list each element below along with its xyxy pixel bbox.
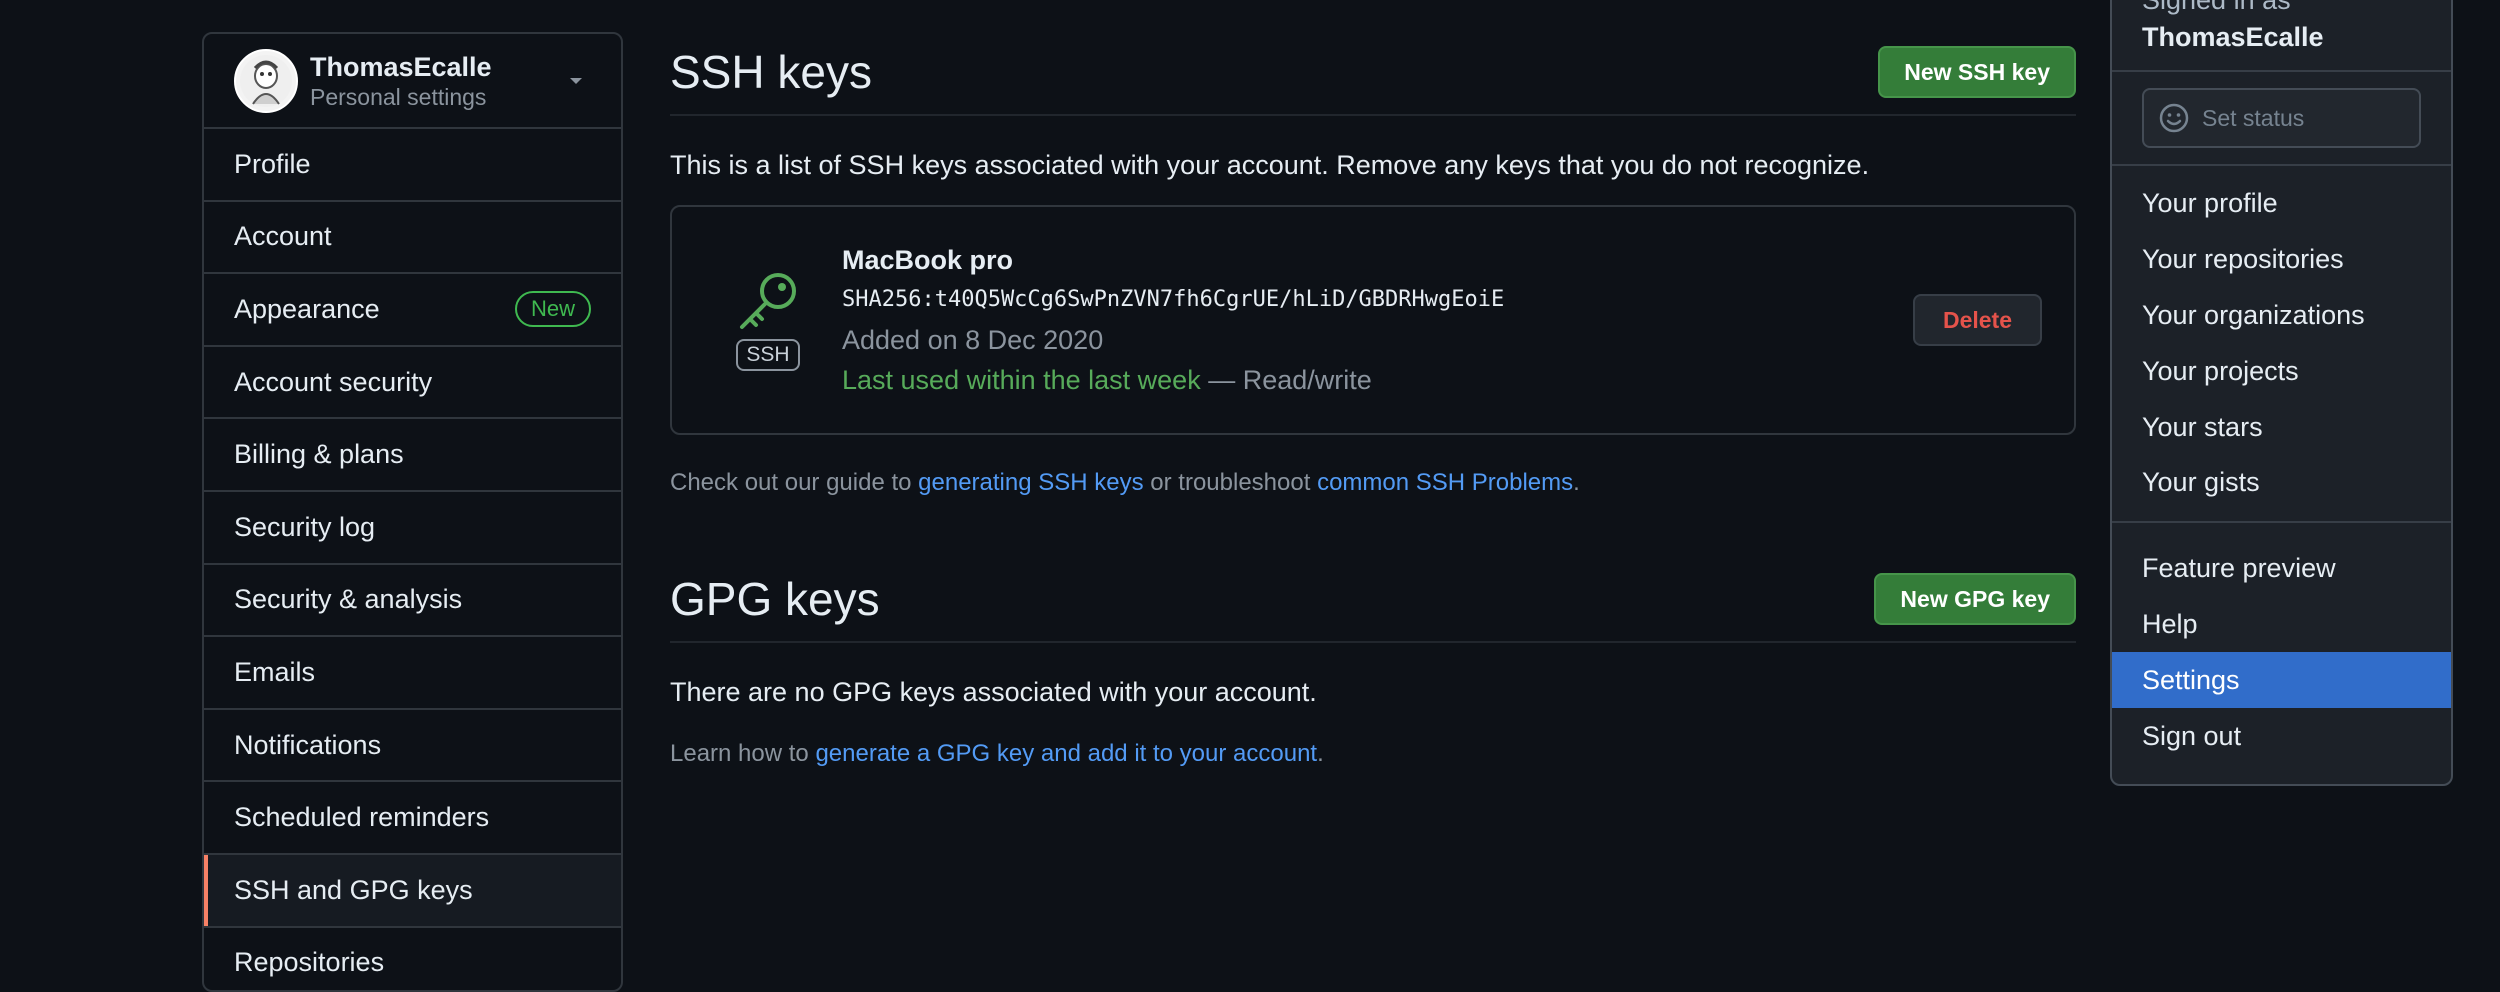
menu-item-your-repositories[interactable]: Your repositories bbox=[2112, 232, 2451, 288]
main-content: SSH keys New SSH key This is a list of S… bbox=[670, 30, 2076, 768]
smiley-icon bbox=[2159, 103, 2189, 133]
gpg-learn-suffix: . bbox=[1317, 740, 1324, 767]
gpg-learn-prefix: Learn how to bbox=[670, 740, 816, 767]
delete-ssh-key-button[interactable]: Delete bbox=[1912, 294, 2042, 346]
ssh-key-title: MacBook pro bbox=[842, 245, 1014, 275]
menu-item-sign-out[interactable]: Sign out bbox=[2112, 708, 2451, 764]
set-status-label: Set status bbox=[2202, 104, 2305, 131]
status-wrapper: Set status bbox=[2112, 72, 2451, 166]
gpg-section-header: GPG keys New GPG key bbox=[670, 557, 2076, 643]
menu-item-your-stars[interactable]: Your stars bbox=[2112, 399, 2451, 455]
menu-item-your-projects[interactable]: Your projects bbox=[2112, 343, 2451, 399]
menu-item-your-profile[interactable]: Your profile bbox=[2112, 176, 2451, 232]
ssh-key-fingerprint: SHA256:t40Q5WcCg6SwPnZVN7fh6CgrUE/hLiD/G… bbox=[842, 287, 1505, 312]
new-gpg-key-button[interactable]: New GPG key bbox=[1874, 573, 2076, 625]
gpg-section-title: GPG keys bbox=[670, 573, 880, 625]
common-ssh-problems-link[interactable]: common SSH Problems bbox=[1317, 469, 1573, 496]
sidebar-item-label: Profile bbox=[234, 148, 311, 179]
ssh-tag-label: SSH bbox=[736, 339, 800, 371]
chevron-down-icon[interactable] bbox=[561, 66, 591, 96]
menu-item-feature-preview[interactable]: Feature preview bbox=[2112, 541, 2451, 597]
sidebar-item-scheduled-reminders[interactable]: Scheduled reminders bbox=[204, 782, 621, 855]
ssh-section-title: SSH keys bbox=[670, 46, 872, 98]
sidebar-item-label: Account bbox=[234, 221, 332, 252]
sidebar-user-subtitle: Personal settings bbox=[310, 83, 487, 110]
ssh-key-access: — Read/write bbox=[1200, 365, 1372, 395]
ssh-key-last-used-text: Last used within the last week bbox=[842, 365, 1201, 395]
ssh-key-item: SSH MacBook pro SHA256:t40Q5WcCg6SwPnZVN… bbox=[670, 205, 2076, 435]
sidebar-item-account-security[interactable]: Account security bbox=[204, 347, 621, 420]
ssh-key-last-used: Last used within the last week — Read/wr… bbox=[842, 360, 1913, 400]
menu-group-profile: Your profile Your repositories Your orga… bbox=[2112, 166, 2451, 523]
sidebar-user-header[interactable]: ThomasEcalle Personal settings bbox=[204, 34, 621, 129]
user-menu-dropdown: Signed in as ThomasEcalle Set status You… bbox=[2110, 0, 2453, 786]
sidebar-item-label: Billing & plans bbox=[234, 439, 404, 470]
ssh-key-info: MacBook pro SHA256:t40Q5WcCg6SwPnZVN7fh6… bbox=[842, 240, 1913, 400]
sidebar-item-repositories[interactable]: Repositories bbox=[204, 928, 621, 990]
generating-ssh-keys-link[interactable]: generating SSH keys bbox=[918, 469, 1143, 496]
ssh-section-header: SSH keys New SSH key bbox=[670, 30, 2076, 116]
sidebar-item-emails[interactable]: Emails bbox=[204, 637, 621, 710]
set-status-button[interactable]: Set status bbox=[2142, 88, 2421, 148]
sidebar-item-label: Notifications bbox=[234, 729, 382, 760]
menu-group-settings: Feature preview Help Settings Sign out bbox=[2112, 523, 2451, 774]
sidebar-item-billing[interactable]: Billing & plans bbox=[204, 419, 621, 492]
key-icon bbox=[740, 273, 796, 329]
sidebar-item-label: Emails bbox=[234, 656, 316, 687]
sidebar-item-ssh-gpg-keys[interactable]: SSH and GPG keys bbox=[204, 854, 621, 928]
menu-item-help[interactable]: Help bbox=[2112, 597, 2451, 653]
signed-in-username: ThomasEcalle bbox=[2142, 22, 2324, 52]
gpg-keys-section: GPG keys New GPG key There are no GPG ke… bbox=[670, 557, 2076, 768]
avatar bbox=[234, 48, 298, 113]
gpg-learn-text: Learn how to generate a GPG key and add … bbox=[670, 740, 2076, 768]
new-badge: New bbox=[514, 291, 591, 328]
menu-item-your-gists[interactable]: Your gists bbox=[2112, 455, 2451, 511]
sidebar-item-appearance[interactable]: Appearance New bbox=[204, 274, 621, 347]
sidebar-item-notifications[interactable]: Notifications bbox=[204, 710, 621, 783]
sidebar-item-security-log[interactable]: Security log bbox=[204, 492, 621, 565]
ssh-key-added-date: Added on 8 Dec 2020 bbox=[842, 325, 1104, 355]
sidebar-item-label: Security & analysis bbox=[234, 584, 463, 615]
signed-in-header: Signed in as ThomasEcalle bbox=[2112, 0, 2451, 72]
ssh-keys-section: SSH keys New SSH key This is a list of S… bbox=[670, 30, 2076, 497]
menu-item-settings[interactable]: Settings bbox=[2112, 652, 2451, 709]
generate-gpg-key-link[interactable]: generate a GPG key and add it to your ac… bbox=[815, 740, 1317, 767]
sidebar-item-account[interactable]: Account bbox=[204, 202, 621, 275]
sidebar-item-label: Repositories bbox=[234, 947, 385, 978]
sidebar-item-label: Account security bbox=[234, 366, 433, 397]
ssh-guide-text: Check out our guide to generating SSH ke… bbox=[670, 469, 2076, 497]
settings-sidebar: ThomasEcalle Personal settings Profile A… bbox=[202, 32, 623, 992]
ssh-guide-mid: or troubleshoot bbox=[1143, 469, 1318, 496]
ssh-description: This is a list of SSH keys associated wi… bbox=[670, 150, 1870, 180]
menu-item-your-organizations[interactable]: Your organizations bbox=[2112, 288, 2451, 344]
sidebar-item-label: Security log bbox=[234, 511, 376, 542]
ssh-guide-prefix: Check out our guide to bbox=[670, 469, 919, 496]
sidebar-item-security-analysis[interactable]: Security & analysis bbox=[204, 565, 621, 638]
sidebar-item-label: Scheduled reminders bbox=[234, 802, 490, 833]
ssh-key-icon-column: SSH bbox=[732, 269, 804, 371]
sidebar-item-label: Appearance bbox=[234, 293, 380, 324]
sidebar-user-name: ThomasEcalle bbox=[310, 51, 492, 82]
ssh-guide-suffix: . bbox=[1573, 469, 1580, 496]
sidebar-item-label: SSH and GPG keys bbox=[234, 874, 473, 905]
signed-in-label: Signed in as bbox=[2142, 0, 2291, 15]
sidebar-item-profile[interactable]: Profile bbox=[204, 129, 621, 202]
gpg-empty-message: There are no GPG keys associated with yo… bbox=[670, 677, 1317, 707]
avatar-illustration-icon bbox=[240, 54, 292, 107]
new-ssh-key-button[interactable]: New SSH key bbox=[1878, 46, 2076, 98]
